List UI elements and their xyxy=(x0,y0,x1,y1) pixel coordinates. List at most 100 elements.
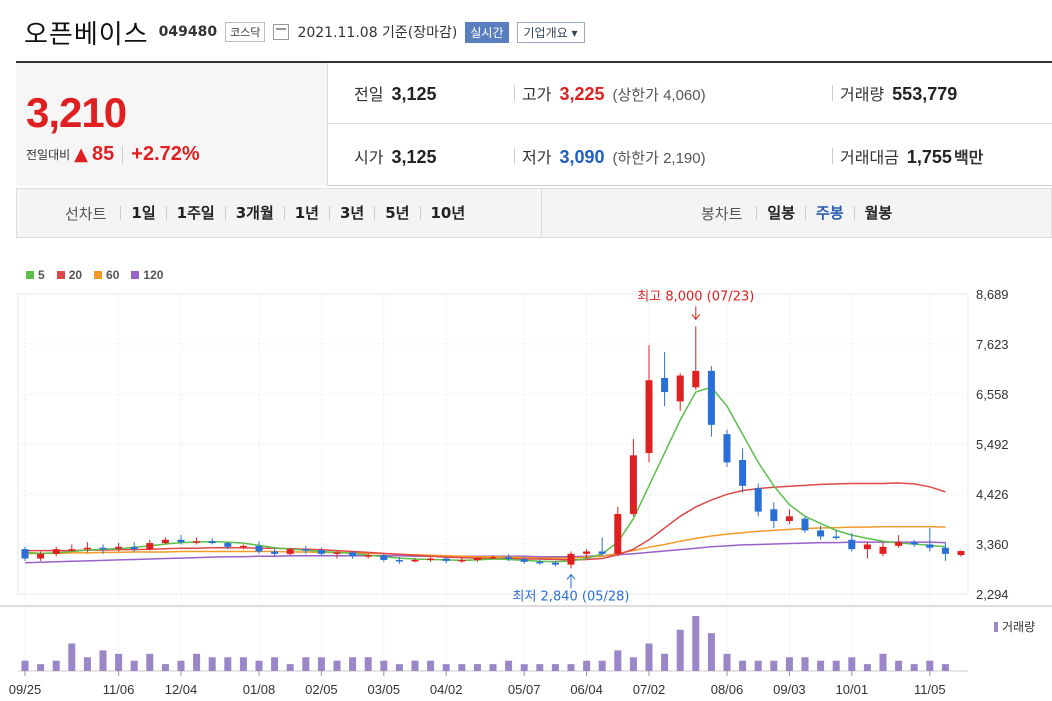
candle-body xyxy=(333,552,341,554)
y-tick-label: 7,623 xyxy=(976,337,1009,352)
volume-bar xyxy=(271,657,279,671)
candle xyxy=(567,551,575,569)
candle-body xyxy=(583,551,591,554)
candle xyxy=(692,326,700,390)
y-tick-label: 5,492 xyxy=(976,437,1009,452)
y-tick-label: 8,689 xyxy=(976,287,1009,302)
candle-body xyxy=(349,552,357,557)
volume-bar xyxy=(489,664,497,671)
candle-body xyxy=(598,551,606,554)
candle-body xyxy=(957,551,965,556)
candle-body xyxy=(442,558,450,561)
candle-body xyxy=(661,377,669,392)
candle-body xyxy=(567,553,575,565)
candle-body xyxy=(505,557,513,560)
y-tick-label: 2,294 xyxy=(976,587,1009,602)
y-tick-label: 6,558 xyxy=(976,387,1009,402)
candle xyxy=(707,366,715,437)
candlestick-chart: 8,689 7,623 6,558 5,492 4,426 3,360 2,294 09/25… xyxy=(0,287,1052,697)
volume-bar xyxy=(427,660,435,671)
candle-body xyxy=(427,558,435,561)
volume-bar xyxy=(723,653,731,671)
candle xyxy=(801,516,809,533)
x-tick-label: 09/25 xyxy=(9,682,42,697)
candle-body xyxy=(21,549,29,559)
volume-bar xyxy=(551,664,559,671)
volume-bar xyxy=(817,660,825,671)
candle xyxy=(661,352,669,407)
candle xyxy=(941,542,949,561)
volume-bar xyxy=(395,664,403,671)
candle xyxy=(863,542,871,559)
volume-bar xyxy=(458,664,466,671)
candle-body xyxy=(52,549,60,554)
x-tick-label: 03/05 xyxy=(368,682,401,697)
volume-bar xyxy=(255,660,263,671)
candle xyxy=(52,546,60,557)
volume-bar xyxy=(614,650,622,671)
x-tick-label: 10/01 xyxy=(836,682,869,697)
volume-bar xyxy=(115,653,123,671)
candle xyxy=(536,559,544,565)
candle xyxy=(957,550,965,557)
candle-body xyxy=(754,488,762,512)
candle-body xyxy=(208,541,216,544)
volume-bar xyxy=(770,660,778,671)
candle-body xyxy=(739,460,747,486)
x-tick-label: 11/05 xyxy=(914,682,946,697)
candle-body xyxy=(785,516,793,522)
high-arrow-icon xyxy=(691,306,701,321)
volume-bar xyxy=(193,653,201,671)
candle xyxy=(723,429,731,468)
volume-bar xyxy=(801,657,809,671)
candle-body xyxy=(317,550,325,554)
volume-bar xyxy=(661,653,669,671)
candle-body xyxy=(817,530,825,537)
x-tick-label: 01/08 xyxy=(243,682,276,697)
candle-body xyxy=(926,544,934,548)
candle-body xyxy=(364,555,372,557)
candle xyxy=(785,509,793,525)
candle xyxy=(739,448,747,493)
candle-body xyxy=(380,555,388,560)
candle xyxy=(676,373,684,411)
volume-bar xyxy=(83,657,91,671)
candle xyxy=(442,557,450,564)
volume-bar xyxy=(317,657,325,671)
candle-body xyxy=(895,542,903,546)
volume-bar xyxy=(349,657,357,671)
candle xyxy=(193,537,201,545)
x-tick-label: 08/06 xyxy=(711,682,744,697)
candle-body xyxy=(770,509,778,522)
candle-body xyxy=(130,546,138,550)
low-arrow-icon xyxy=(566,573,576,589)
volume-bar xyxy=(832,660,840,671)
candle-body xyxy=(224,543,232,547)
candle xyxy=(754,483,762,517)
candle-body xyxy=(832,536,840,538)
y-tick-label: 3,360 xyxy=(976,537,1009,552)
candle xyxy=(21,546,29,561)
candle-body xyxy=(645,380,653,453)
volume-bar xyxy=(707,633,715,671)
volume-bar xyxy=(146,653,154,671)
candle xyxy=(598,537,606,556)
candle xyxy=(349,551,357,559)
candle xyxy=(645,345,653,463)
candle-body xyxy=(458,559,466,562)
volume-bar xyxy=(333,660,341,671)
candle xyxy=(146,539,154,551)
x-tick-label: 12/04 xyxy=(165,682,198,697)
candle-body xyxy=(536,561,544,564)
candle xyxy=(770,502,778,529)
volume-bar xyxy=(21,660,29,671)
volume-bar xyxy=(583,660,591,671)
volume-bar xyxy=(941,664,949,671)
x-tick-label: 09/03 xyxy=(773,682,806,697)
volume-label: 거래량 xyxy=(1002,620,1035,634)
candle-body xyxy=(910,542,918,545)
volume-bar xyxy=(848,657,856,671)
volume-bar xyxy=(177,660,185,671)
candle xyxy=(271,548,279,557)
volume-bar xyxy=(99,650,107,671)
